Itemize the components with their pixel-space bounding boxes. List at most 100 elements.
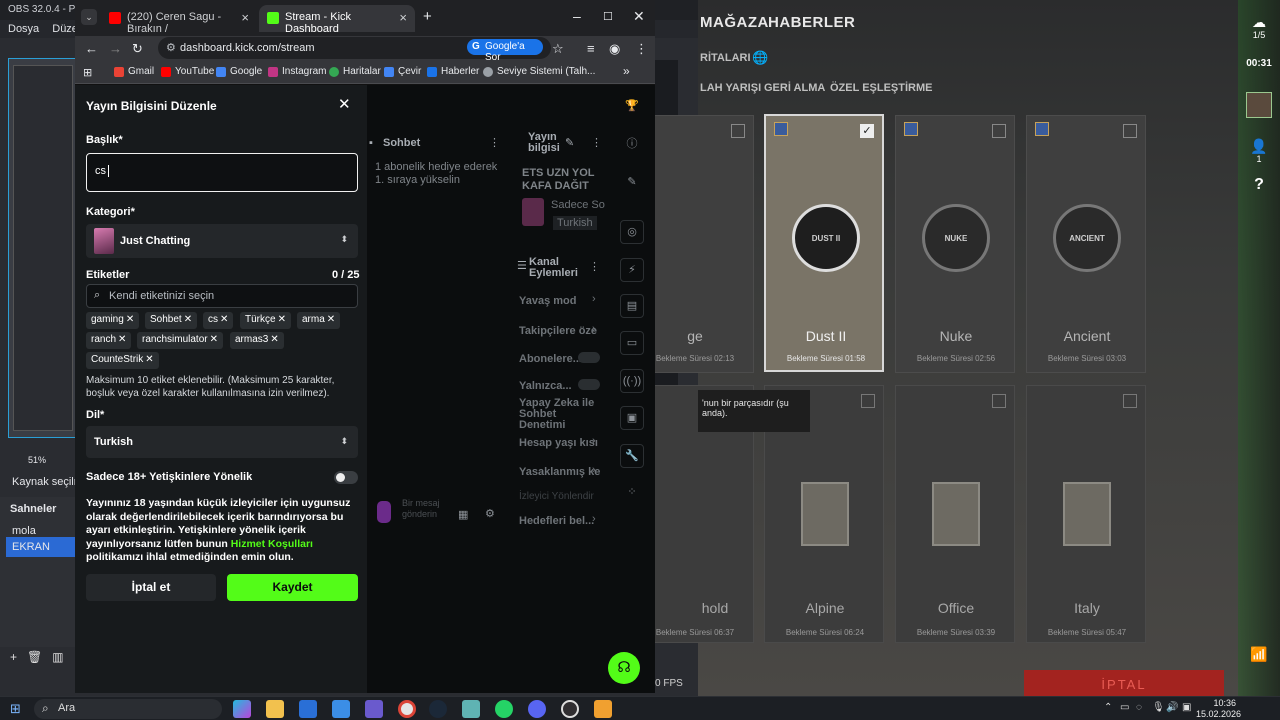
windows-start-icon[interactable]: ⊞ — [10, 701, 21, 717]
party-icon[interactable]: ☁ — [1238, 14, 1280, 31]
obs-preview[interactable] — [8, 58, 76, 438]
stream-title-input[interactable]: cs — [86, 153, 358, 192]
file-explorer-icon[interactable] — [266, 700, 284, 718]
tag-chip[interactable]: Türkçe ✕ — [240, 312, 291, 329]
close-icon[interactable]: ✕ — [270, 334, 278, 345]
maximize-button[interactable]: ☐ — [603, 10, 613, 23]
map-checkbox[interactable] — [861, 394, 875, 408]
bookmarks-overflow[interactable]: » — [623, 64, 630, 78]
pencil-icon[interactable]: ✎ — [620, 171, 644, 195]
bookmark-news[interactable]: Haberler — [427, 66, 479, 77]
action-viewer-redirect[interactable]: İzleyici Yönlendir — [519, 491, 594, 502]
map-checkbox[interactable] — [1123, 124, 1137, 138]
tag-chip[interactable]: Sohbet ✕ — [145, 312, 198, 329]
map-checkbox[interactable] — [731, 124, 745, 138]
action-account-age[interactable]: Hesap yaşı kısı — [519, 437, 598, 449]
game-mode-tab-3[interactable]: ÖZEL EŞLEŞTİRME — [830, 82, 932, 94]
game-nav-news[interactable]: HABERLER — [768, 14, 855, 31]
discord-icon[interactable] — [528, 700, 546, 718]
close-icon[interactable]: ✕ — [220, 314, 228, 325]
close-icon[interactable]: ✕ — [327, 314, 335, 325]
chat-bubble-icon[interactable]: ▭ — [620, 331, 644, 355]
bookmark-translate[interactable]: Çevir — [384, 66, 421, 77]
window-close-button[interactable]: ✕ — [633, 8, 645, 25]
map-card-office[interactable]: Office Bekleme Süresi 03:39 — [895, 385, 1015, 643]
bookmark-star-icon[interactable]: ☆ — [552, 41, 564, 57]
google-ask-button[interactable]: G Google'a Sor — [467, 39, 543, 63]
tag-chip[interactable]: CounteStrik ✕ — [86, 352, 159, 369]
broadcast-icon[interactable]: ((·)) — [620, 369, 644, 393]
tab-kick-dashboard[interactable]: Stream - Kick Dashboard × — [259, 5, 415, 35]
tab-youtube[interactable]: (220) Ceren Sagu - Bırakın / × — [101, 5, 257, 35]
close-icon[interactable]: ✕ — [126, 314, 134, 325]
obs-scene-ekran[interactable]: EKRAN — [6, 537, 76, 557]
app-icon[interactable] — [365, 700, 383, 718]
tag-chip[interactable]: ranch ✕ — [86, 332, 132, 349]
support-chat-button[interactable]: ☊ — [608, 652, 640, 684]
map-checkbox-checked[interactable]: ✓ — [860, 124, 874, 138]
apps-icon[interactable]: ⊞ — [83, 66, 92, 79]
cs2-icon[interactable] — [594, 700, 612, 718]
tab-media-icon[interactable]: ≡ — [587, 41, 595, 56]
tab-search-icon[interactable]: ⌄ — [81, 9, 97, 25]
steam-icon[interactable] — [429, 700, 447, 718]
only-toggle[interactable] — [578, 379, 600, 390]
tray-chevron-icon[interactable]: ⌃ — [1104, 702, 1112, 713]
bookmark-google[interactable]: Google — [216, 66, 262, 77]
bookmark-youtube[interactable]: YouTube — [161, 66, 214, 77]
new-tab-button[interactable]: + — [423, 8, 432, 25]
close-icon[interactable]: ✕ — [338, 95, 351, 113]
subscribers-toggle[interactable] — [578, 352, 600, 363]
map-checkbox[interactable] — [992, 394, 1006, 408]
taskbar-search[interactable]: ⌕ Ara — [34, 699, 222, 719]
bookmark-maps[interactable]: Haritalar — [329, 66, 381, 77]
edit-icon[interactable]: ✎ — [565, 136, 574, 149]
obs-menu-file[interactable]: Dosya — [8, 23, 39, 35]
game-cancel-button[interactable]: İPTAL — [1024, 670, 1224, 696]
close-icon[interactable]: ✕ — [118, 334, 126, 345]
chat-settings-icon[interactable]: ⚙ — [485, 507, 495, 520]
whatsapp-icon[interactable] — [495, 700, 513, 718]
save-button[interactable]: Kaydet — [227, 574, 358, 601]
game-mode-tab-1[interactable]: LAH YARIŞI — [700, 82, 761, 94]
chat-menu-icon[interactable]: ⋮ — [489, 136, 500, 149]
wrench-icon[interactable]: 🔧 — [620, 444, 644, 468]
friends-icon[interactable]: 👤 — [1238, 138, 1280, 155]
help-icon[interactable]: ? — [1238, 176, 1280, 194]
action-set-goals[interactable]: Hedefleri bel... — [519, 515, 594, 527]
bookmark-instagram[interactable]: Instagram — [268, 66, 326, 77]
map-card-ancient[interactable]: ANCIENT Ancient Bekleme Süresi 03:03 — [1026, 115, 1146, 373]
copilot-icon[interactable] — [233, 700, 251, 718]
action-followers-only[interactable]: Takipçilere öze — [519, 325, 597, 337]
taskbar-clock[interactable]: 10:36 15.02.2026 — [1196, 698, 1241, 720]
layout-icon[interactable]: ▣ — [620, 406, 644, 430]
action-banned-words[interactable]: Yasaklanmış ke — [519, 466, 600, 478]
bookmark-level-system[interactable]: Seviye Sistemi (Talh... — [483, 66, 595, 77]
map-card-nuke[interactable]: NUKE Nuke Bekleme Süresi 02:56 — [895, 115, 1015, 373]
menu-icon[interactable]: ⋮ — [635, 41, 648, 57]
trash-icon[interactable]: 🗑 — [27, 650, 42, 664]
channel-actions-menu-icon[interactable]: ⋮ — [589, 260, 600, 273]
close-icon[interactable]: ✕ — [145, 354, 153, 365]
close-icon[interactable]: × — [241, 10, 249, 25]
avatar[interactable] — [1238, 92, 1280, 118]
notification-icon[interactable]: ▣ — [1182, 702, 1191, 713]
obs-icon[interactable] — [561, 700, 579, 718]
chat-send-placeholder[interactable]: Bir mesaj gönderin — [402, 498, 442, 520]
tag-chip[interactable]: gaming ✕ — [86, 312, 140, 329]
close-icon[interactable]: ✕ — [210, 334, 218, 345]
store-icon[interactable] — [299, 700, 317, 718]
profile-icon[interactable]: ◉ — [609, 41, 620, 57]
close-icon[interactable]: ✕ — [184, 314, 192, 325]
globe-icon[interactable]: 🌐 — [752, 50, 768, 66]
forward-icon[interactable]: → — [109, 41, 122, 56]
filter-icon[interactable]: ▥ — [52, 650, 63, 664]
tag-search-input[interactable]: ⌕ Kendi etiketinizi seçin — [86, 284, 358, 308]
terms-link[interactable]: Hizmet Koşulları — [231, 538, 313, 550]
map-checkbox[interactable] — [1123, 394, 1137, 408]
back-icon[interactable]: ← — [85, 41, 98, 56]
stream-info-menu-icon[interactable]: ⋮ — [591, 136, 602, 149]
mail-icon[interactable] — [332, 700, 350, 718]
category-select[interactable]: Just Chatting ⬍ — [86, 224, 358, 258]
map-checkbox[interactable] — [992, 124, 1006, 138]
